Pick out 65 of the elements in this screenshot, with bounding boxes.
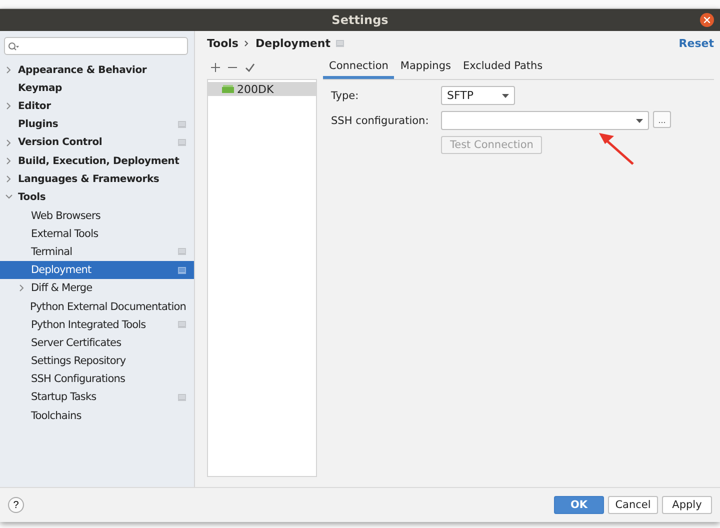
settings-tree-item[interactable]: Server Certificates — [0, 334, 194, 352]
tab[interactable]: Connection — [323, 55, 394, 79]
project-scope-icon — [178, 394, 186, 401]
settings-tree-item[interactable]: Settings Repository — [0, 352, 194, 370]
project-scope-icon — [178, 321, 186, 328]
project-scope-icon — [336, 40, 344, 46]
ssh-configuration-label: SSH configuration: — [331, 114, 430, 126]
settings-tree-item[interactable]: Terminal — [0, 242, 194, 262]
breadcrumb-item: Deployment — [255, 36, 330, 50]
help-button[interactable]: ? — [8, 497, 24, 513]
project-scope-icon — [178, 266, 186, 274]
settings-tree-item[interactable]: External Tools — [0, 224, 194, 243]
chevron-icon[interactable] — [5, 194, 13, 200]
chevron-icon[interactable] — [19, 284, 25, 292]
default-button[interactable] — [245, 62, 255, 72]
breadcrumb-item: Tools — [207, 36, 238, 50]
plus-icon — [211, 62, 220, 72]
chevron-icon[interactable] — [6, 66, 12, 74]
server-item[interactable]: 200DK — [208, 82, 316, 96]
chevron-icon[interactable] — [6, 175, 12, 184]
add-button[interactable] — [211, 62, 220, 72]
settings-tree-item[interactable]: Plugins — [0, 116, 194, 134]
project-scope-icon — [178, 139, 186, 146]
ssh-configuration-dropdown[interactable] — [441, 111, 649, 130]
settings-tree-item[interactable]: Tools — [0, 188, 194, 206]
settings-tree-item[interactable]: Deployment — [0, 261, 194, 280]
reset-link[interactable]: Reset — [678, 36, 714, 50]
dialog-button[interactable]: Cancel — [608, 496, 658, 514]
dialog-button[interactable]: OK — [554, 496, 604, 514]
tab[interactable]: Excluded Paths — [456, 55, 549, 79]
chevron-icon[interactable] — [6, 102, 12, 110]
type-dropdown[interactable]: SFTP — [441, 86, 515, 105]
settings-tree-item[interactable]: Diff & Merge — [0, 279, 194, 298]
window-title: Settings — [332, 13, 388, 27]
settings-tree-item[interactable]: SSH Configurations — [0, 370, 194, 388]
dialog-button[interactable]: Apply — [662, 496, 712, 514]
chevron-icon[interactable] — [6, 157, 12, 166]
settings-tree-item[interactable]: Keymap — [0, 79, 194, 98]
settings-tree-item[interactable]: Python External Documentation — [0, 297, 194, 316]
tab[interactable]: Mappings — [394, 55, 457, 79]
type-label: Type: — [331, 90, 360, 102]
close-button[interactable] — [700, 13, 714, 27]
settings-tree-item[interactable]: Build, Execution, Deployment — [0, 152, 194, 170]
settings-tree-item[interactable]: Startup Tasks — [0, 388, 194, 407]
settings-tree-item[interactable]: Version Control — [0, 134, 194, 152]
project-scope-icon — [178, 248, 186, 256]
close-icon — [704, 17, 710, 23]
settings-tree-item[interactable]: Toolchains — [0, 406, 194, 425]
checkmark-icon — [245, 62, 255, 72]
settings-tree-item[interactable]: Editor — [0, 97, 194, 116]
server-name: 200DK — [237, 82, 274, 96]
search-icon — [8, 42, 19, 50]
project-scope-icon — [178, 121, 186, 128]
search-field[interactable] — [4, 37, 188, 55]
caret-icon — [502, 94, 509, 98]
server-icon — [222, 85, 234, 93]
annotation-arrow — [597, 131, 635, 165]
chevron-icon — [244, 40, 250, 46]
settings-tree-item[interactable]: Python Integrated Tools — [0, 316, 194, 334]
browse-button[interactable]: ... — [653, 111, 671, 128]
settings-tree-item[interactable]: Appearance & Behavior — [0, 61, 194, 80]
settings-tree-item[interactable]: Web Browsers — [0, 206, 194, 225]
settings-tree-item[interactable]: Languages & Frameworks — [0, 170, 194, 188]
caret-icon — [636, 118, 643, 122]
chevron-icon[interactable] — [6, 138, 12, 147]
